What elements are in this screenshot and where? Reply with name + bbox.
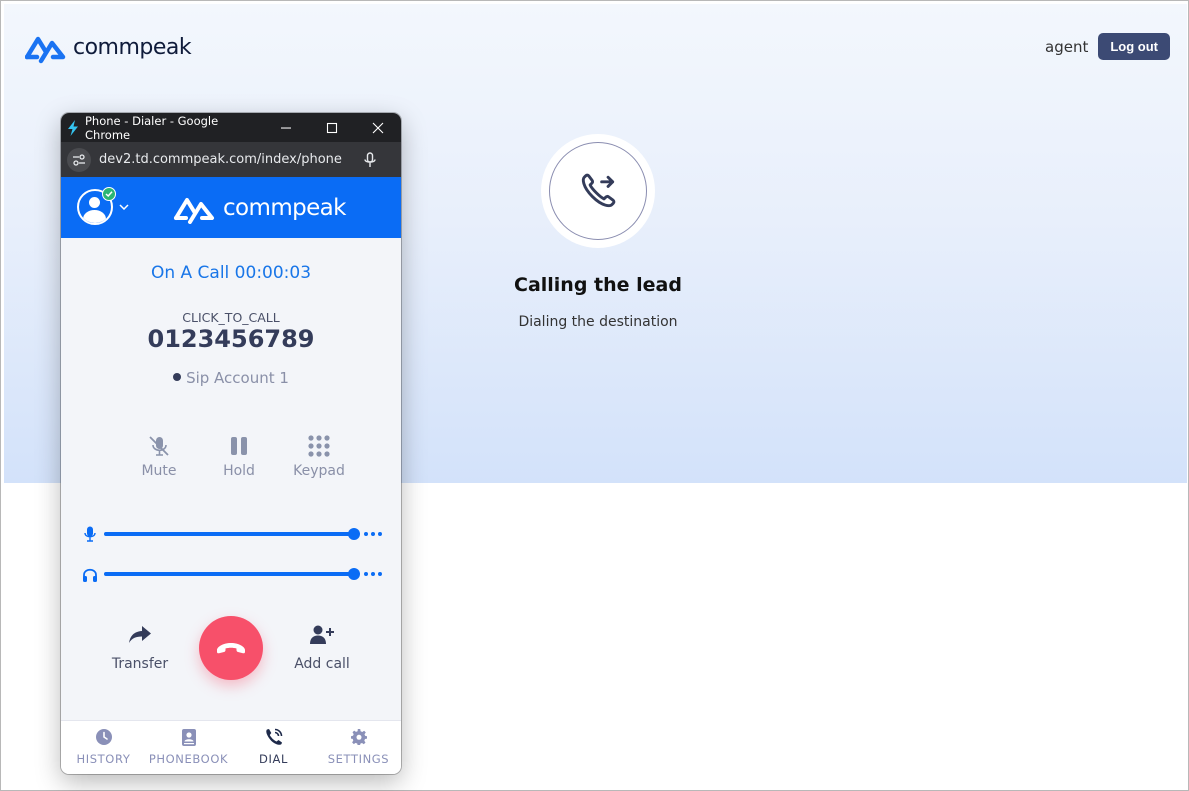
headphones-icon [79,567,101,582]
microphone-icon [79,526,101,542]
mic-volume-slider[interactable] [104,528,360,540]
account-menu[interactable] [77,187,129,225]
user-name: agent [1045,37,1089,56]
call-actions: Transfer Add call [61,615,401,681]
nav-phonebook[interactable]: PHONEBOOK [146,721,231,774]
keypad-button[interactable]: Keypad [279,433,359,479]
transfer-label: Transfer [111,656,169,672]
add-call-label: Add call [294,656,350,672]
mic-volume-fill [104,532,354,536]
logout-button[interactable]: Log out [1098,33,1170,60]
tune-icon [73,153,85,166]
call-number: 0123456789 [147,325,315,353]
site-info-button[interactable] [67,147,91,172]
user-area: agent Log out [1045,33,1170,60]
call-status: On A Call 00:00:03 [150,263,312,283]
status-icon-ring [541,134,655,248]
maximize-icon [326,122,338,133]
close-button[interactable] [355,113,401,142]
mic-volume-handle[interactable] [348,528,360,540]
speaker-options-button[interactable] [364,572,382,576]
sip-account: Sip Account 1 [61,369,401,387]
minimize-icon [281,126,291,129]
window-title: Phone - Dialer - Google Chrome [85,113,219,142]
mute-button[interactable]: Mute [119,433,199,479]
keypad-label: Keypad [293,463,345,479]
mic-permission-button[interactable] [357,151,383,168]
mic-options-button[interactable] [364,532,382,536]
dialer-header: commpeak [61,177,401,238]
speaker-volume-slider[interactable] [104,568,360,580]
gear-icon [350,729,367,745]
contact-book-icon [181,728,196,746]
clock-icon [95,729,112,745]
hangup-button[interactable] [199,616,263,680]
close-icon [372,122,384,133]
call-controls: Mute Hold Keypad [119,433,359,479]
url-text[interactable]: dev2.td.commpeak.com/index/phone [91,152,357,167]
sip-status-dot [173,373,182,381]
phone-dial-icon [265,728,282,745]
nav-history[interactable]: HISTORY [61,721,146,774]
pause-icon [231,437,247,455]
speaker-volume-handle[interactable] [348,568,360,580]
nav-dial-label: DIAL [259,752,288,766]
mute-label: Mute [141,463,177,479]
add-call-button[interactable]: Add call [287,625,357,672]
transfer-button[interactable]: Transfer [105,625,175,672]
sip-account-label: Sip Account 1 [186,369,289,387]
dialer-logo: commpeak [173,192,346,224]
commpeak-logo-icon [174,198,214,224]
bottom-nav: HISTORY PHONEBOOK DIAL SETTINGS [61,720,401,774]
page: commpeak agent Log out Calling the lead … [0,0,1189,791]
minimize-button[interactable] [263,113,309,142]
site-logo-text: commpeak [73,34,192,60]
keypad-icon [308,435,330,457]
end-call-icon [217,643,245,654]
nav-settings-label: SETTINGS [327,752,390,766]
chevron-down-icon [119,204,129,210]
address-bar: dev2.td.commpeak.com/index/phone [61,142,401,177]
status-subtitle: Dialing the destination [518,314,678,330]
call-type: CLICK_TO_CALL [182,310,280,325]
hold-label: Hold [223,463,255,479]
dialer-popup-window: Phone - Dialer - Google Chrome dev2.td.c… [61,113,401,774]
nav-phonebook-label: PHONEBOOK [148,752,229,766]
commpeak-logo-icon [25,36,66,64]
nav-history-label: HISTORY [76,752,131,766]
window-titlebar[interactable]: Phone - Dialer - Google Chrome [61,113,401,142]
nav-dial[interactable]: DIAL [231,721,316,774]
online-status-icon [102,187,116,201]
call-status-panel: Calling the lead Dialing the destination [498,134,698,330]
speaker-volume-row [79,566,385,582]
dialer-logo-text: commpeak [223,195,346,221]
maximize-button[interactable] [309,113,355,142]
mic-off-icon [149,436,169,456]
hold-button[interactable]: Hold [199,433,279,479]
transfer-icon [129,626,151,643]
microphone-icon [364,151,376,167]
bolt-icon [61,119,83,136]
add-user-icon [310,625,334,644]
mic-volume-row [79,526,385,542]
status-title: Calling the lead [514,274,682,296]
phone-outgoing-icon [581,173,616,208]
site-logo[interactable]: commpeak [25,30,192,64]
speaker-volume-fill [104,572,354,576]
nav-settings[interactable]: SETTINGS [316,721,401,774]
